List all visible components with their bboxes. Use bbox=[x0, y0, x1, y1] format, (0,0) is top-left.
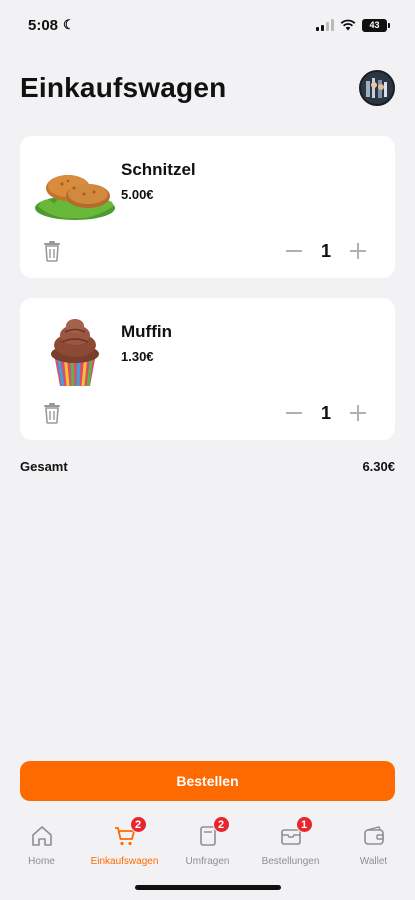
header: Einkaufswagen bbox=[20, 68, 395, 108]
status-right: 43 bbox=[316, 18, 390, 32]
quantity-value: 1 bbox=[320, 402, 331, 423]
orders-badge: 1 bbox=[295, 816, 313, 833]
tab-einkaufswagen[interactable]: 2 Einkaufswagen bbox=[83, 816, 166, 882]
wifi-icon bbox=[340, 19, 356, 31]
survey-badge: 2 bbox=[212, 816, 230, 833]
minus-icon bbox=[286, 412, 302, 414]
quantity-value: 1 bbox=[320, 240, 331, 261]
tab-wallet[interactable]: Wallet bbox=[332, 822, 415, 882]
increase-button[interactable] bbox=[347, 240, 369, 262]
avatar[interactable] bbox=[359, 70, 395, 106]
quantity-stepper: 1 bbox=[283, 238, 369, 264]
orders-icon: 1 bbox=[277, 816, 313, 850]
total-value: 6.30€ bbox=[362, 459, 395, 474]
cart-badge: 2 bbox=[129, 816, 147, 833]
tab-label: Umfragen bbox=[185, 856, 230, 867]
cart-icon: 2 bbox=[111, 816, 147, 850]
muffin-image bbox=[32, 312, 118, 388]
status-time: 5:08 bbox=[28, 16, 59, 34]
trash-icon[interactable] bbox=[42, 240, 62, 262]
tab-umfragen[interactable]: 2 Umfragen bbox=[166, 816, 249, 882]
avatar-image-icon bbox=[361, 72, 393, 104]
schnitzel-image bbox=[32, 150, 118, 226]
item-price: 5.00€ bbox=[121, 187, 154, 202]
status-left: 5:08 ☾ bbox=[28, 17, 75, 34]
cart-item-muffin: Muffin 1.30€ 1 bbox=[20, 298, 395, 440]
tab-home[interactable]: Home bbox=[0, 822, 83, 882]
tab-label: Home bbox=[28, 856, 55, 867]
moon-icon: ☾ bbox=[63, 17, 75, 32]
survey-icon: 2 bbox=[194, 816, 230, 850]
increase-button[interactable] bbox=[347, 402, 369, 424]
plus-icon bbox=[350, 243, 366, 259]
cart-item-schnitzel: Schnitzel 5.00€ 1 bbox=[20, 136, 395, 278]
schnitzel-icon bbox=[35, 175, 115, 220]
plus-icon bbox=[350, 405, 366, 421]
page-title: Einkaufswagen bbox=[20, 72, 227, 103]
item-name: Muffin bbox=[121, 322, 172, 341]
battery-level: 43 bbox=[369, 20, 380, 30]
tab-bar: Home 2 Einkaufswagen 2 Umfragen 1 Bestel… bbox=[0, 816, 415, 882]
battery-icon: 43 bbox=[362, 18, 390, 32]
quantity-stepper: 1 bbox=[283, 400, 369, 426]
item-price: 1.30€ bbox=[121, 349, 154, 364]
status-bar: 5:08 ☾ 43 bbox=[0, 0, 415, 50]
tab-label: Wallet bbox=[359, 856, 388, 867]
home-indicator bbox=[135, 885, 281, 890]
item-name: Schnitzel bbox=[121, 160, 196, 179]
signal-icon bbox=[316, 19, 334, 31]
decrease-button[interactable] bbox=[283, 402, 305, 424]
total-row: Gesamt 6.30€ bbox=[20, 459, 395, 474]
home-icon bbox=[28, 822, 56, 850]
order-button[interactable]: Bestellen bbox=[20, 761, 395, 801]
tab-label: Bestellungen bbox=[261, 856, 320, 867]
decrease-button[interactable] bbox=[283, 240, 305, 262]
trash-icon[interactable] bbox=[42, 402, 62, 424]
tab-bestellungen[interactable]: 1 Bestellungen bbox=[249, 816, 332, 882]
minus-icon bbox=[286, 250, 302, 252]
total-label: Gesamt bbox=[20, 459, 68, 474]
muffin-icon bbox=[51, 319, 99, 387]
tab-label: Einkaufswagen bbox=[90, 856, 159, 867]
wallet-icon bbox=[360, 822, 388, 850]
